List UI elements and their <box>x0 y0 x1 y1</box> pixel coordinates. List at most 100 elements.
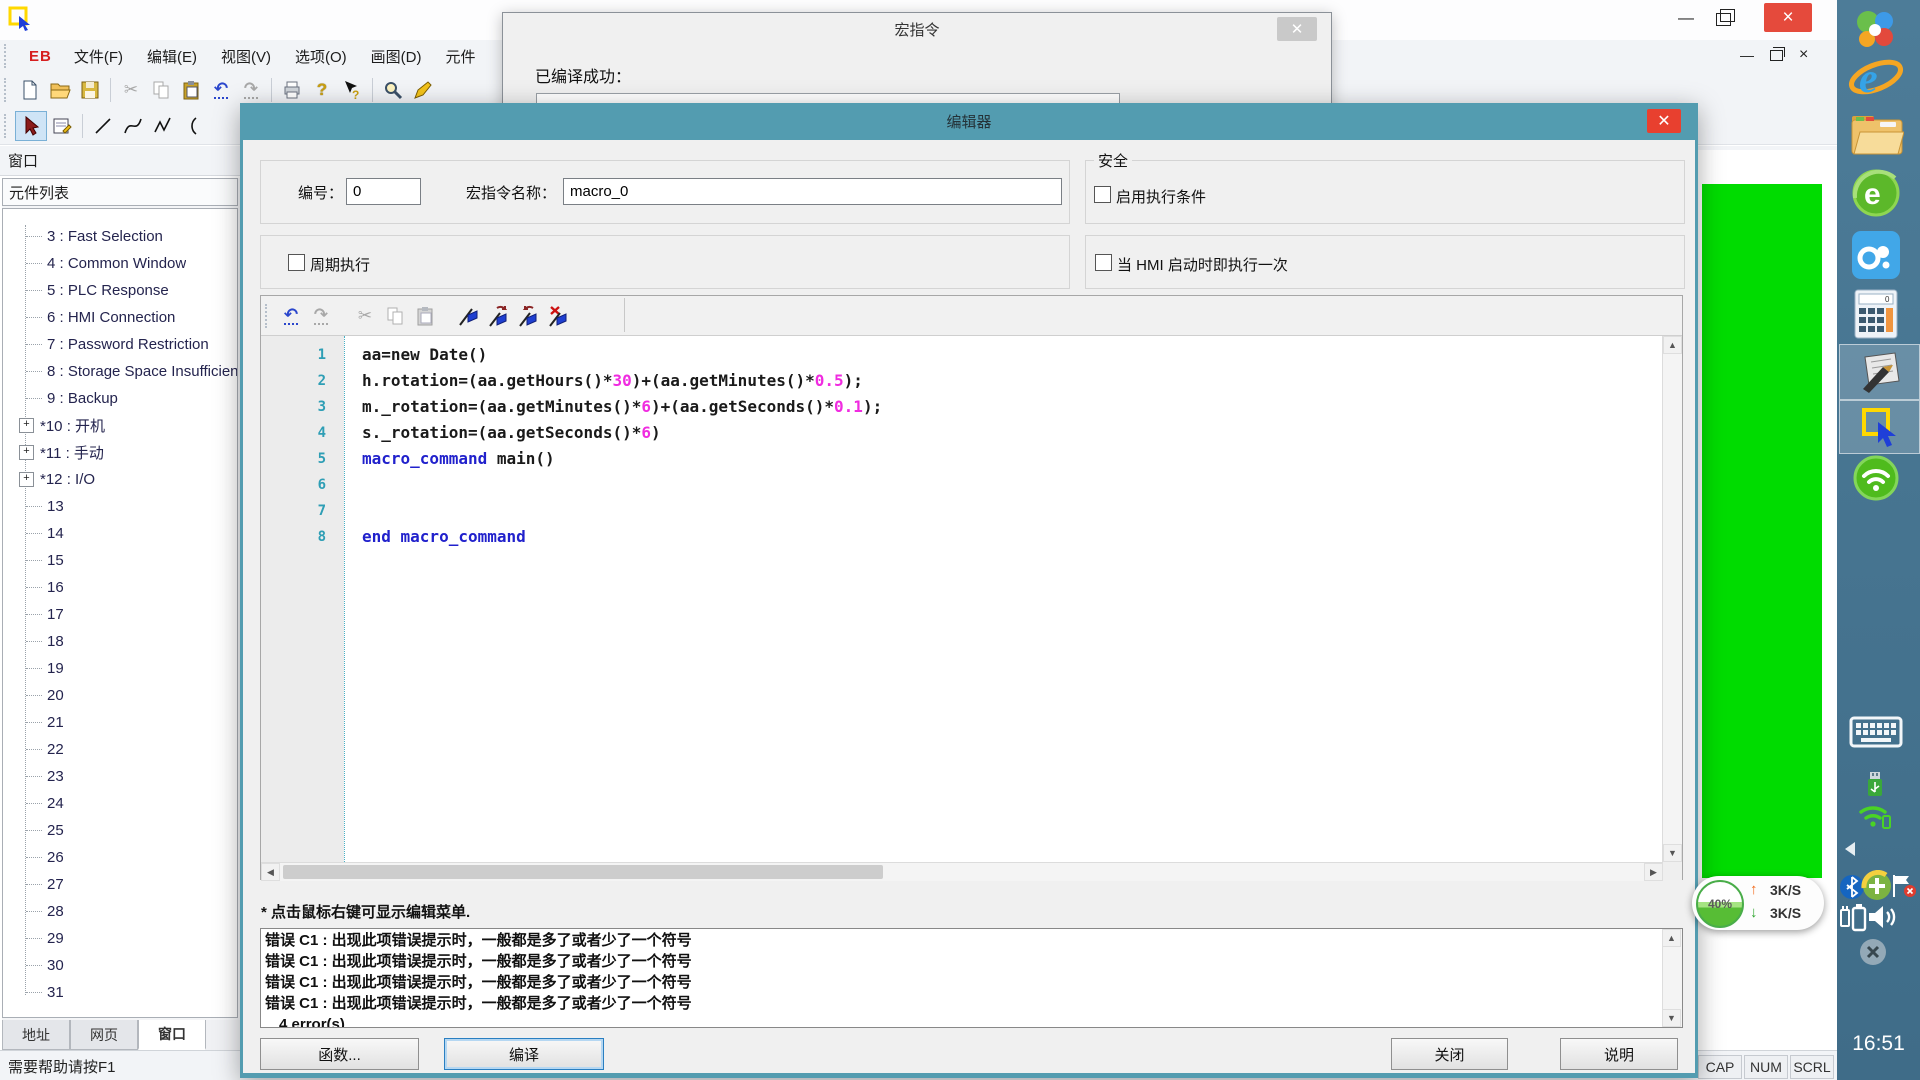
free-wifi-icon[interactable] <box>1851 454 1901 502</box>
help-icon[interactable]: ? <box>307 76 337 104</box>
tree-item[interactable]: 13 <box>3 493 237 520</box>
tree-item[interactable]: 6 : HMI Connection <box>3 304 237 331</box>
redo-icon[interactable]: ↷ <box>306 302 336 330</box>
code-horizontal-scrollbar[interactable]: ◀ ▶ <box>261 862 1663 881</box>
eb-designer-icon[interactable] <box>1839 400 1920 454</box>
restore-button[interactable] <box>1716 13 1731 26</box>
enable-condition-checkbox[interactable] <box>1094 186 1111 203</box>
expand-plus-icon[interactable]: + <box>19 445 34 460</box>
show-hidden-triangle-icon[interactable] <box>1845 842 1855 856</box>
object-properties-icon[interactable] <box>47 112 77 140</box>
panel-tab-1[interactable]: 网页 <box>70 1020 138 1050</box>
menu-item-4[interactable]: 画图(D) <box>371 46 422 67</box>
tree-item[interactable]: +*12 : I/O <box>3 466 237 493</box>
code-line[interactable]: 2h.rotation=(aa.getHours()*30)+(aa.getMi… <box>261 368 1663 394</box>
tree-item[interactable]: 14 <box>3 520 237 547</box>
tree-item[interactable]: 28 <box>3 898 237 925</box>
scroll-up-icon[interactable]: ▲ <box>1662 929 1681 947</box>
touch-keyboard-icon[interactable] <box>1849 712 1903 752</box>
menu-item-0[interactable]: 文件(F) <box>74 46 123 67</box>
close-button[interactable]: × <box>1764 3 1812 32</box>
wireless-network-icon[interactable] <box>1857 800 1893 832</box>
context-help-icon[interactable]: ? <box>337 76 367 104</box>
tree-item[interactable]: 21 <box>3 709 237 736</box>
code-line[interactable]: 1aa=new Date() <box>261 342 1663 368</box>
tree-item[interactable]: 15 <box>3 547 237 574</box>
green-browser-icon[interactable]: e <box>1851 168 1901 218</box>
tree-item[interactable]: 17 <box>3 601 237 628</box>
line-tool-icon[interactable] <box>88 112 118 140</box>
code-line[interactable]: 5macro_command main() <box>261 446 1663 472</box>
tree-item[interactable]: +*11 : 手动 <box>3 439 237 466</box>
taskbar-clock[interactable]: 16:51 <box>1837 1032 1920 1056</box>
power-battery-icon[interactable] <box>1839 902 1867 934</box>
tree-item[interactable]: +*10 : 开机 <box>3 412 237 439</box>
error-line[interactable]: 错误 C1 : 出现此项错误提示时，一般都是多了或者少了一个符号 <box>265 951 1660 972</box>
pen-icon[interactable] <box>408 76 438 104</box>
expand-plus-icon[interactable]: + <box>19 472 34 487</box>
periodic-checkbox[interactable] <box>288 254 305 271</box>
tree-item[interactable]: 8 : Storage Space Insufficient <box>3 358 237 385</box>
editor-dialog-titlebar[interactable]: 编辑器 <box>240 103 1698 140</box>
arc-tool-icon[interactable] <box>178 112 208 140</box>
polyline-tool-icon[interactable] <box>148 112 178 140</box>
help-button[interactable]: 说明 <box>1560 1038 1678 1070</box>
calculator-icon[interactable]: 0 <box>1853 288 1899 340</box>
print-icon[interactable] <box>277 76 307 104</box>
tree-item[interactable]: 29 <box>3 925 237 952</box>
select-tool-icon[interactable] <box>15 111 47 141</box>
scroll-up-icon[interactable]: ▲ <box>1663 336 1682 354</box>
tree-item[interactable]: 30 <box>3 952 237 979</box>
baidu-cloud-icon[interactable] <box>1851 230 1901 280</box>
close-button[interactable]: 关闭 <box>1391 1038 1508 1070</box>
expand-plus-icon[interactable]: + <box>19 418 34 433</box>
tree-item[interactable]: 20 <box>3 682 237 709</box>
scroll-right-icon[interactable]: ▶ <box>1644 863 1663 881</box>
code-vertical-scrollbar[interactable]: ▲ ▼ <box>1662 336 1682 862</box>
compile-button[interactable]: 编译 <box>444 1038 604 1070</box>
tree-item[interactable]: 4 : Common Window <box>3 250 237 277</box>
undo-icon[interactable]: ↶ <box>206 76 236 104</box>
minimize-button[interactable]: — <box>1678 10 1694 28</box>
disconnect-circle-icon[interactable] <box>1859 938 1887 966</box>
menu-item-3[interactable]: 选项(O) <box>295 46 347 67</box>
editor-dialog-close-icon[interactable]: ✕ <box>1647 109 1681 133</box>
tree-item[interactable]: 3 : Fast Selection <box>3 223 237 250</box>
tree-item[interactable]: 25 <box>3 817 237 844</box>
code-line[interactable]: 8end macro_command <box>261 524 1663 550</box>
scroll-left-icon[interactable]: ◀ <box>261 863 280 881</box>
child-close-button[interactable]: × <box>1799 46 1808 64</box>
paste-icon[interactable] <box>410 302 440 330</box>
menu-item-2[interactable]: 视图(V) <box>221 46 271 67</box>
macro-name-input[interactable] <box>563 178 1062 205</box>
tree-item[interactable]: 7 : Password Restriction <box>3 331 237 358</box>
code-line[interactable]: 4s._rotation=(aa.getSeconds()*6) <box>261 420 1663 446</box>
menu-item-1[interactable]: 编辑(E) <box>147 46 197 67</box>
previous-bookmark-icon[interactable] <box>514 302 544 330</box>
paste-icon[interactable] <box>176 76 206 104</box>
tree-item[interactable]: 26 <box>3 844 237 871</box>
action-center-flag-icon[interactable] <box>1889 872 1917 900</box>
tree-item[interactable]: 5 : PLC Response <box>3 277 237 304</box>
open-file-icon[interactable] <box>45 76 75 104</box>
redo-icon[interactable]: ↷ <box>236 76 266 104</box>
code-area[interactable]: 1aa=new Date()2h.rotation=(aa.getHours()… <box>261 336 1663 862</box>
panel-tab-2[interactable]: 窗口 <box>138 1020 206 1050</box>
scrollbar-thumb[interactable] <box>283 865 883 879</box>
functions-button[interactable]: 函数... <box>260 1038 419 1070</box>
scroll-down-icon[interactable]: ▼ <box>1662 1009 1681 1027</box>
tree-item[interactable]: 22 <box>3 736 237 763</box>
cut-icon[interactable]: ✂ <box>116 76 146 104</box>
tree-item[interactable]: 27 <box>3 871 237 898</box>
volume-icon[interactable] <box>1865 902 1897 932</box>
child-restore-button[interactable] <box>1770 50 1783 61</box>
tree-item[interactable]: 31 <box>3 979 237 1006</box>
tree-item[interactable]: 24 <box>3 790 237 817</box>
panel-tab-0[interactable]: 地址 <box>2 1020 70 1050</box>
code-line[interactable]: 3m._rotation=(aa.getMinutes()*6)+(aa.get… <box>261 394 1663 420</box>
tree-item[interactable]: 9 : Backup <box>3 385 237 412</box>
run-on-startup-checkbox[interactable] <box>1095 254 1112 271</box>
error-scrollbar[interactable]: ▲ ▼ <box>1662 929 1682 1027</box>
bezier-tool-icon[interactable] <box>118 112 148 140</box>
child-minimize-button[interactable]: — <box>1740 47 1754 63</box>
